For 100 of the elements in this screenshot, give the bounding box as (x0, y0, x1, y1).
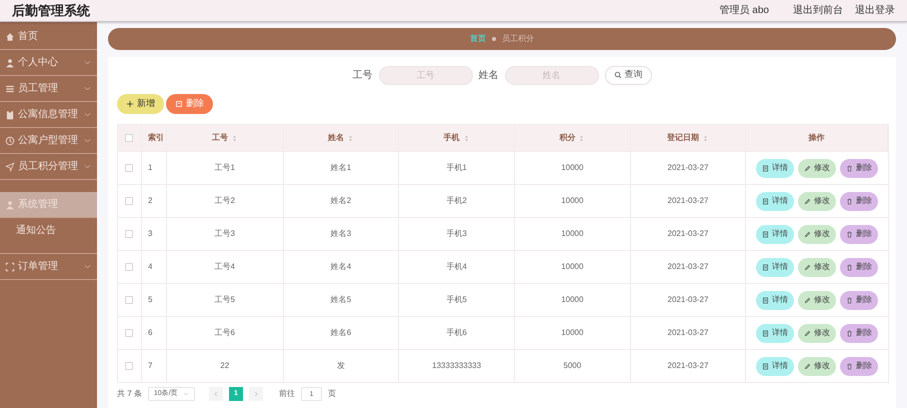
table-cell: 工号4 (214, 261, 235, 273)
table-cell: 手机6 (446, 327, 467, 339)
checkbox[interactable] (125, 134, 134, 142)
column-header: 登记日期 (667, 132, 700, 144)
pencil-icon (804, 296, 812, 304)
menu-item[interactable]: 员工积分管理 (0, 154, 97, 180)
trash-icon (846, 230, 854, 238)
table-cell: 姓名4 (330, 261, 352, 273)
table-cell: 姓名5 (330, 294, 352, 306)
detail-button[interactable]: 详情 (756, 324, 794, 342)
pencil-icon (804, 362, 812, 370)
delete-button[interactable]: 删除 (840, 324, 878, 342)
table-cell: 5000 (563, 360, 582, 372)
header-link[interactable]: 退出到前台 (793, 3, 843, 18)
table-cell: 10000 (561, 228, 584, 240)
menu-item[interactable]: 员工管理 (0, 76, 97, 102)
search-button[interactable]: 查询 (604, 66, 652, 84)
edit-button[interactable]: 修改 (798, 224, 836, 244)
table-cell: 1 (148, 162, 152, 174)
table-cell: 7 (148, 360, 152, 372)
table-cell: 手机5 (446, 294, 467, 306)
column-header: 手机 (444, 132, 460, 144)
menu-item[interactable]: 订单管理 (0, 254, 97, 280)
edit-button[interactable]: 修改 (798, 356, 836, 376)
field-label: 姓名 (478, 68, 498, 82)
user-name: 管理员 abo (720, 4, 769, 18)
menu-item[interactable]: 个人中心 (0, 50, 97, 76)
table-cell: 2021-03-27 (668, 327, 708, 339)
checkbox[interactable] (125, 197, 134, 205)
detail-button[interactable]: 详情 (756, 258, 794, 276)
delete-button[interactable]: 删除 (840, 192, 878, 210)
table-cell: 工号2 (214, 195, 235, 207)
document-icon (762, 362, 770, 370)
edit-button[interactable]: 修改 (798, 290, 836, 310)
trash-icon (846, 264, 854, 270)
table-cell: 姓名3 (330, 228, 352, 240)
pencil-icon (804, 164, 812, 172)
trash-icon (846, 198, 854, 204)
previous-page-button[interactable] (208, 387, 223, 401)
checkbox[interactable] (125, 164, 134, 172)
document-icon (762, 264, 770, 270)
column-header: 积分 (559, 132, 576, 144)
detail-button[interactable]: 详情 (756, 158, 794, 178)
chevron-right-icon (252, 391, 259, 397)
menu-item[interactable]: 公寓户型管理 (0, 128, 97, 154)
table-cell: 工号3 (214, 228, 235, 240)
chevron-icon (182, 391, 189, 397)
add-button[interactable]: 新增 (117, 94, 164, 114)
submenu-item[interactable]: 通知公告 (0, 218, 97, 242)
table-cell: 工号5 (214, 294, 235, 306)
edit-button[interactable]: 修改 (798, 258, 836, 276)
table-cell: 2021-03-27 (668, 162, 708, 174)
checkbox[interactable] (125, 362, 134, 370)
table-cell: 工号6 (214, 327, 235, 339)
checkbox[interactable] (125, 296, 134, 304)
table-cell: 手机2 (446, 195, 467, 207)
edit-button[interactable]: 修改 (798, 158, 836, 178)
detail-button[interactable]: 详情 (756, 290, 794, 310)
trash-icon (846, 296, 854, 304)
trash-icon (846, 330, 854, 336)
next-page-button[interactable] (248, 387, 263, 401)
table-cell: 姓名2 (330, 195, 352, 207)
table-cell: 发 (336, 360, 345, 372)
pencil-icon (804, 198, 812, 204)
menu-item[interactable]: 公寓信息管理 (0, 102, 97, 128)
pencil-icon (804, 230, 812, 238)
search-icon (614, 71, 622, 79)
table-cell: 手机4 (446, 261, 467, 273)
menu-item[interactable]: 首页 (0, 24, 97, 50)
delete-button[interactable]: 删除 (840, 158, 878, 178)
checkbox[interactable] (125, 329, 134, 337)
delete-button[interactable]: 删除 (840, 224, 878, 244)
checkbox[interactable] (125, 230, 134, 238)
table-cell: 10000 (561, 261, 584, 273)
edit-button[interactable]: 修改 (798, 192, 836, 210)
document-icon (762, 296, 770, 304)
detail-button[interactable]: 详情 (756, 224, 794, 244)
trash-icon (846, 362, 854, 370)
table-cell: 手机3 (446, 228, 467, 240)
plus-icon (126, 100, 134, 108)
edit-button[interactable]: 修改 (798, 324, 836, 342)
detail-button[interactable]: 详情 (756, 192, 794, 210)
document-icon (762, 164, 770, 172)
table-cell: 10000 (561, 162, 584, 174)
table-cell: 工号1 (214, 162, 235, 174)
table-cell: 2 (148, 195, 152, 207)
table-cell: 2021-03-27 (668, 228, 708, 240)
checkbox[interactable] (125, 263, 134, 271)
table-cell: 10000 (561, 294, 584, 306)
table-cell: 姓名6 (330, 327, 352, 339)
header-link[interactable]: 退出登录 (855, 3, 895, 18)
table-cell: 22 (220, 360, 230, 372)
goto-label: 前往 (278, 388, 295, 400)
delete-button[interactable]: 删除 (840, 356, 878, 376)
delete-button[interactable]: 删除 (840, 290, 878, 310)
app-title: 后勤管理系统 (12, 2, 90, 20)
delete-button[interactable]: 删除 (840, 258, 878, 276)
detail-button[interactable]: 详情 (756, 356, 794, 376)
trash-icon (846, 164, 854, 172)
column-header: 姓名 (328, 132, 344, 144)
